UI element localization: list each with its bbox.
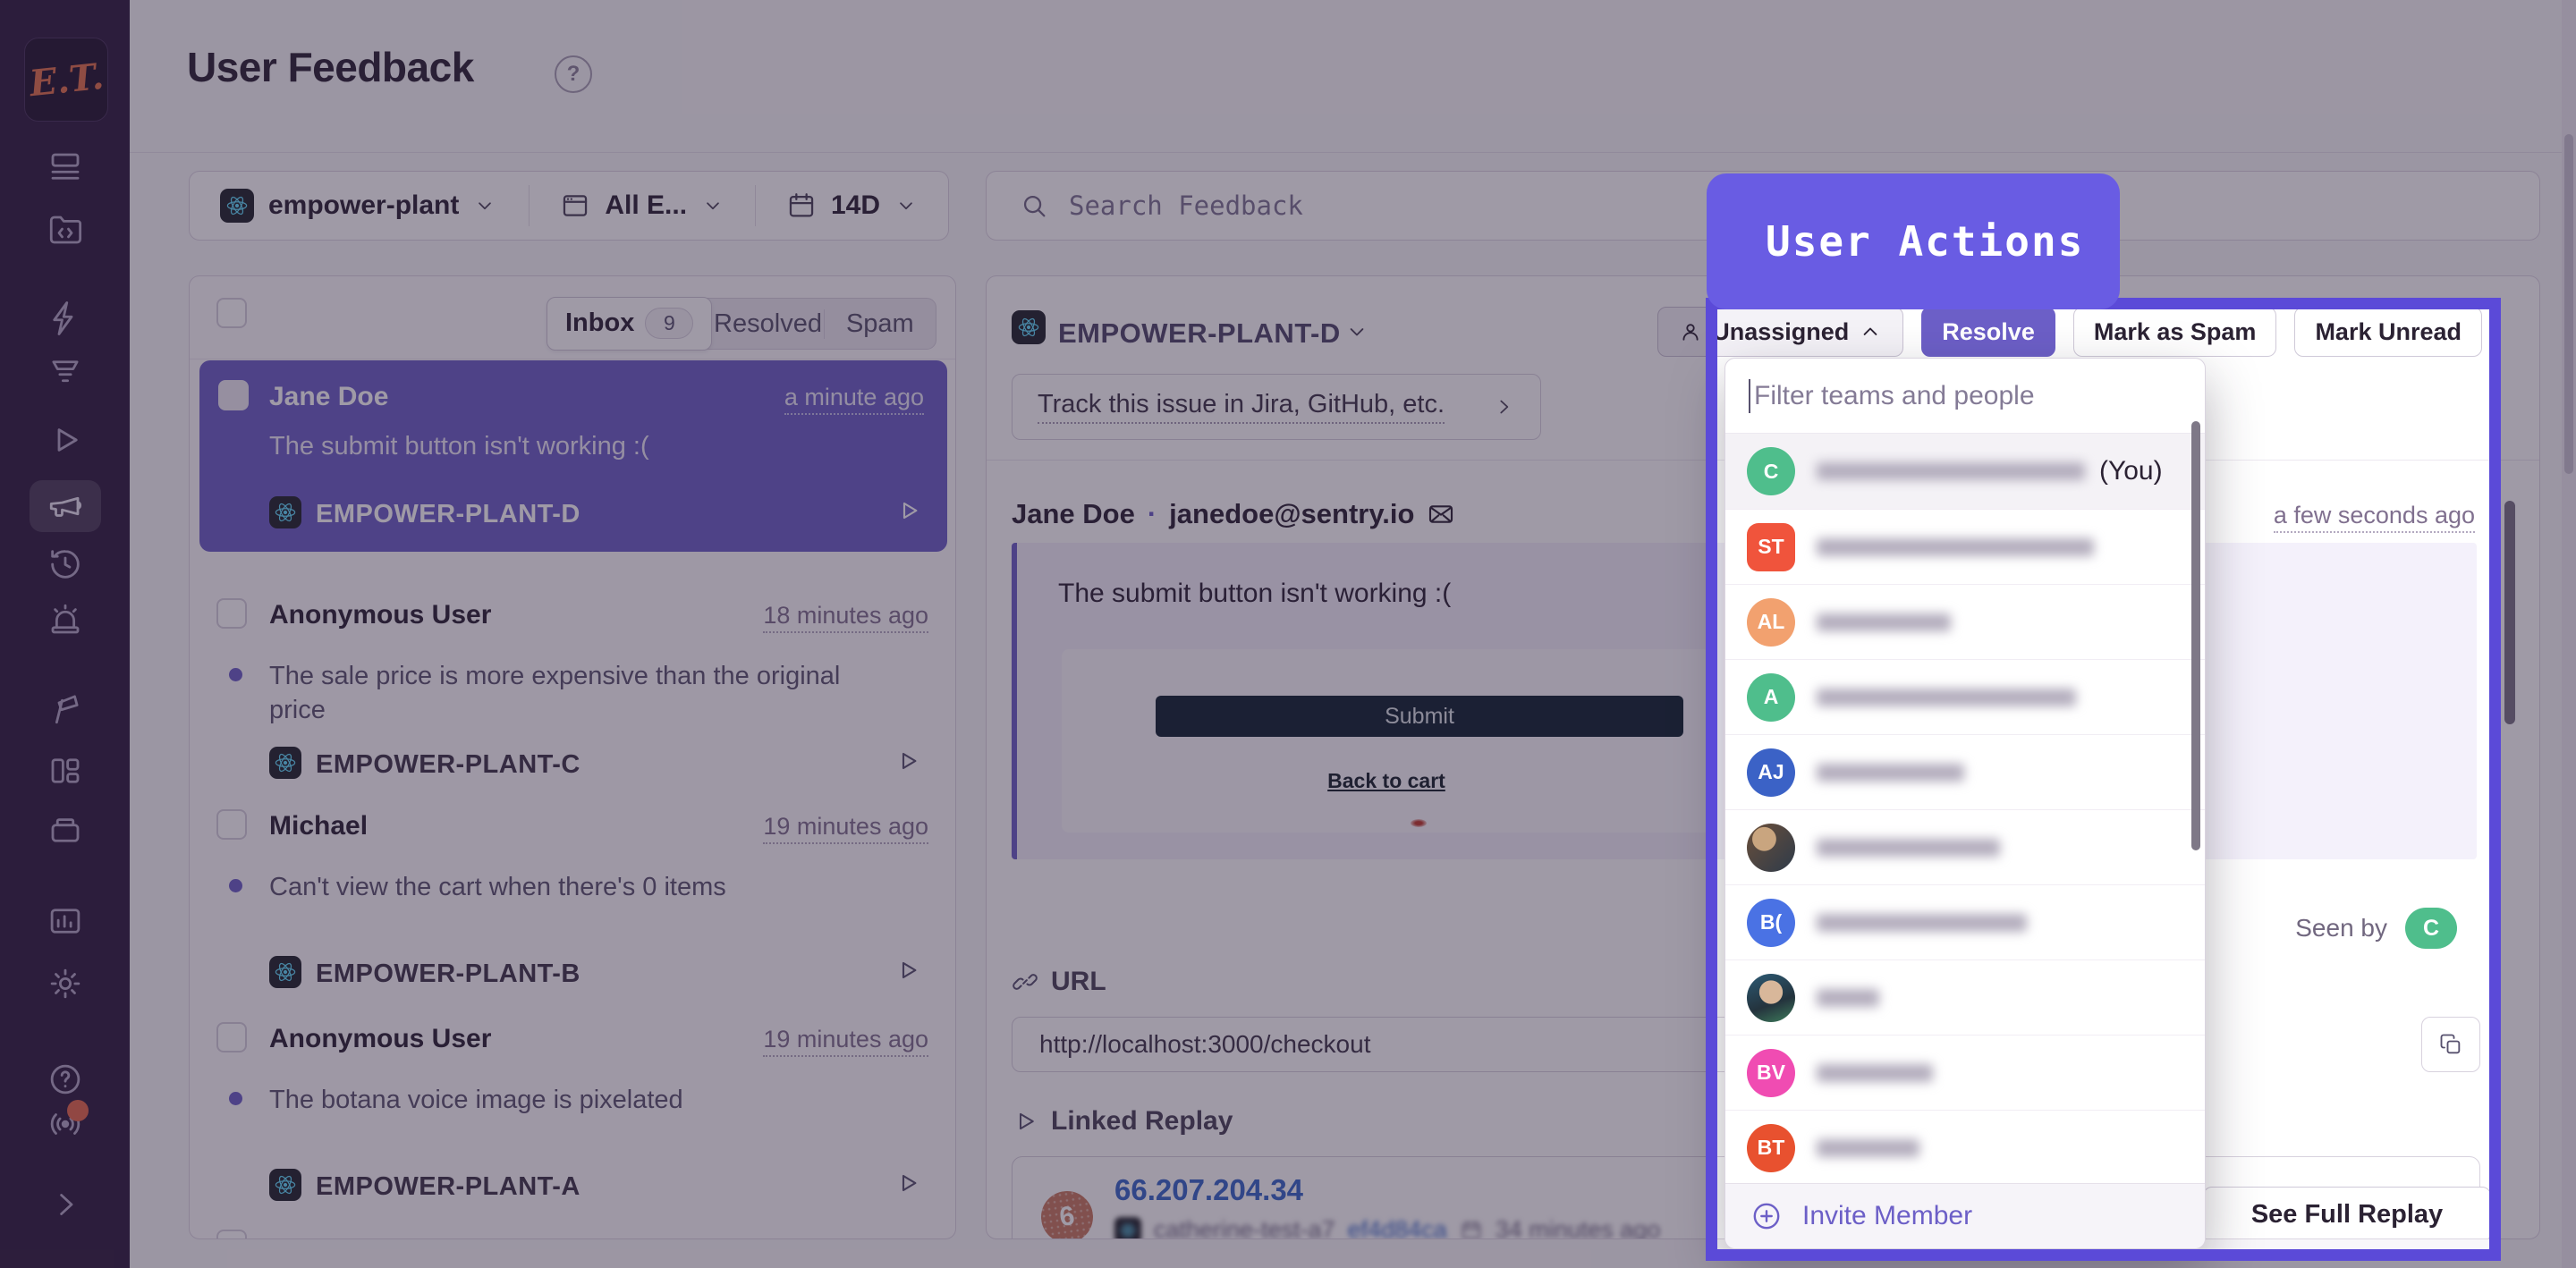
user-actions-callout: User Actions [1707, 173, 2120, 309]
user-actions-highlight-border [1706, 298, 2501, 1261]
user-actions-callout-label: User Actions [1766, 217, 2084, 266]
dim-overlay-right [2501, 298, 2576, 1268]
dim-overlay-left [0, 298, 1706, 1268]
dim-overlay-top [0, 0, 2576, 298]
dim-overlay-bottom [1706, 1261, 2501, 1268]
